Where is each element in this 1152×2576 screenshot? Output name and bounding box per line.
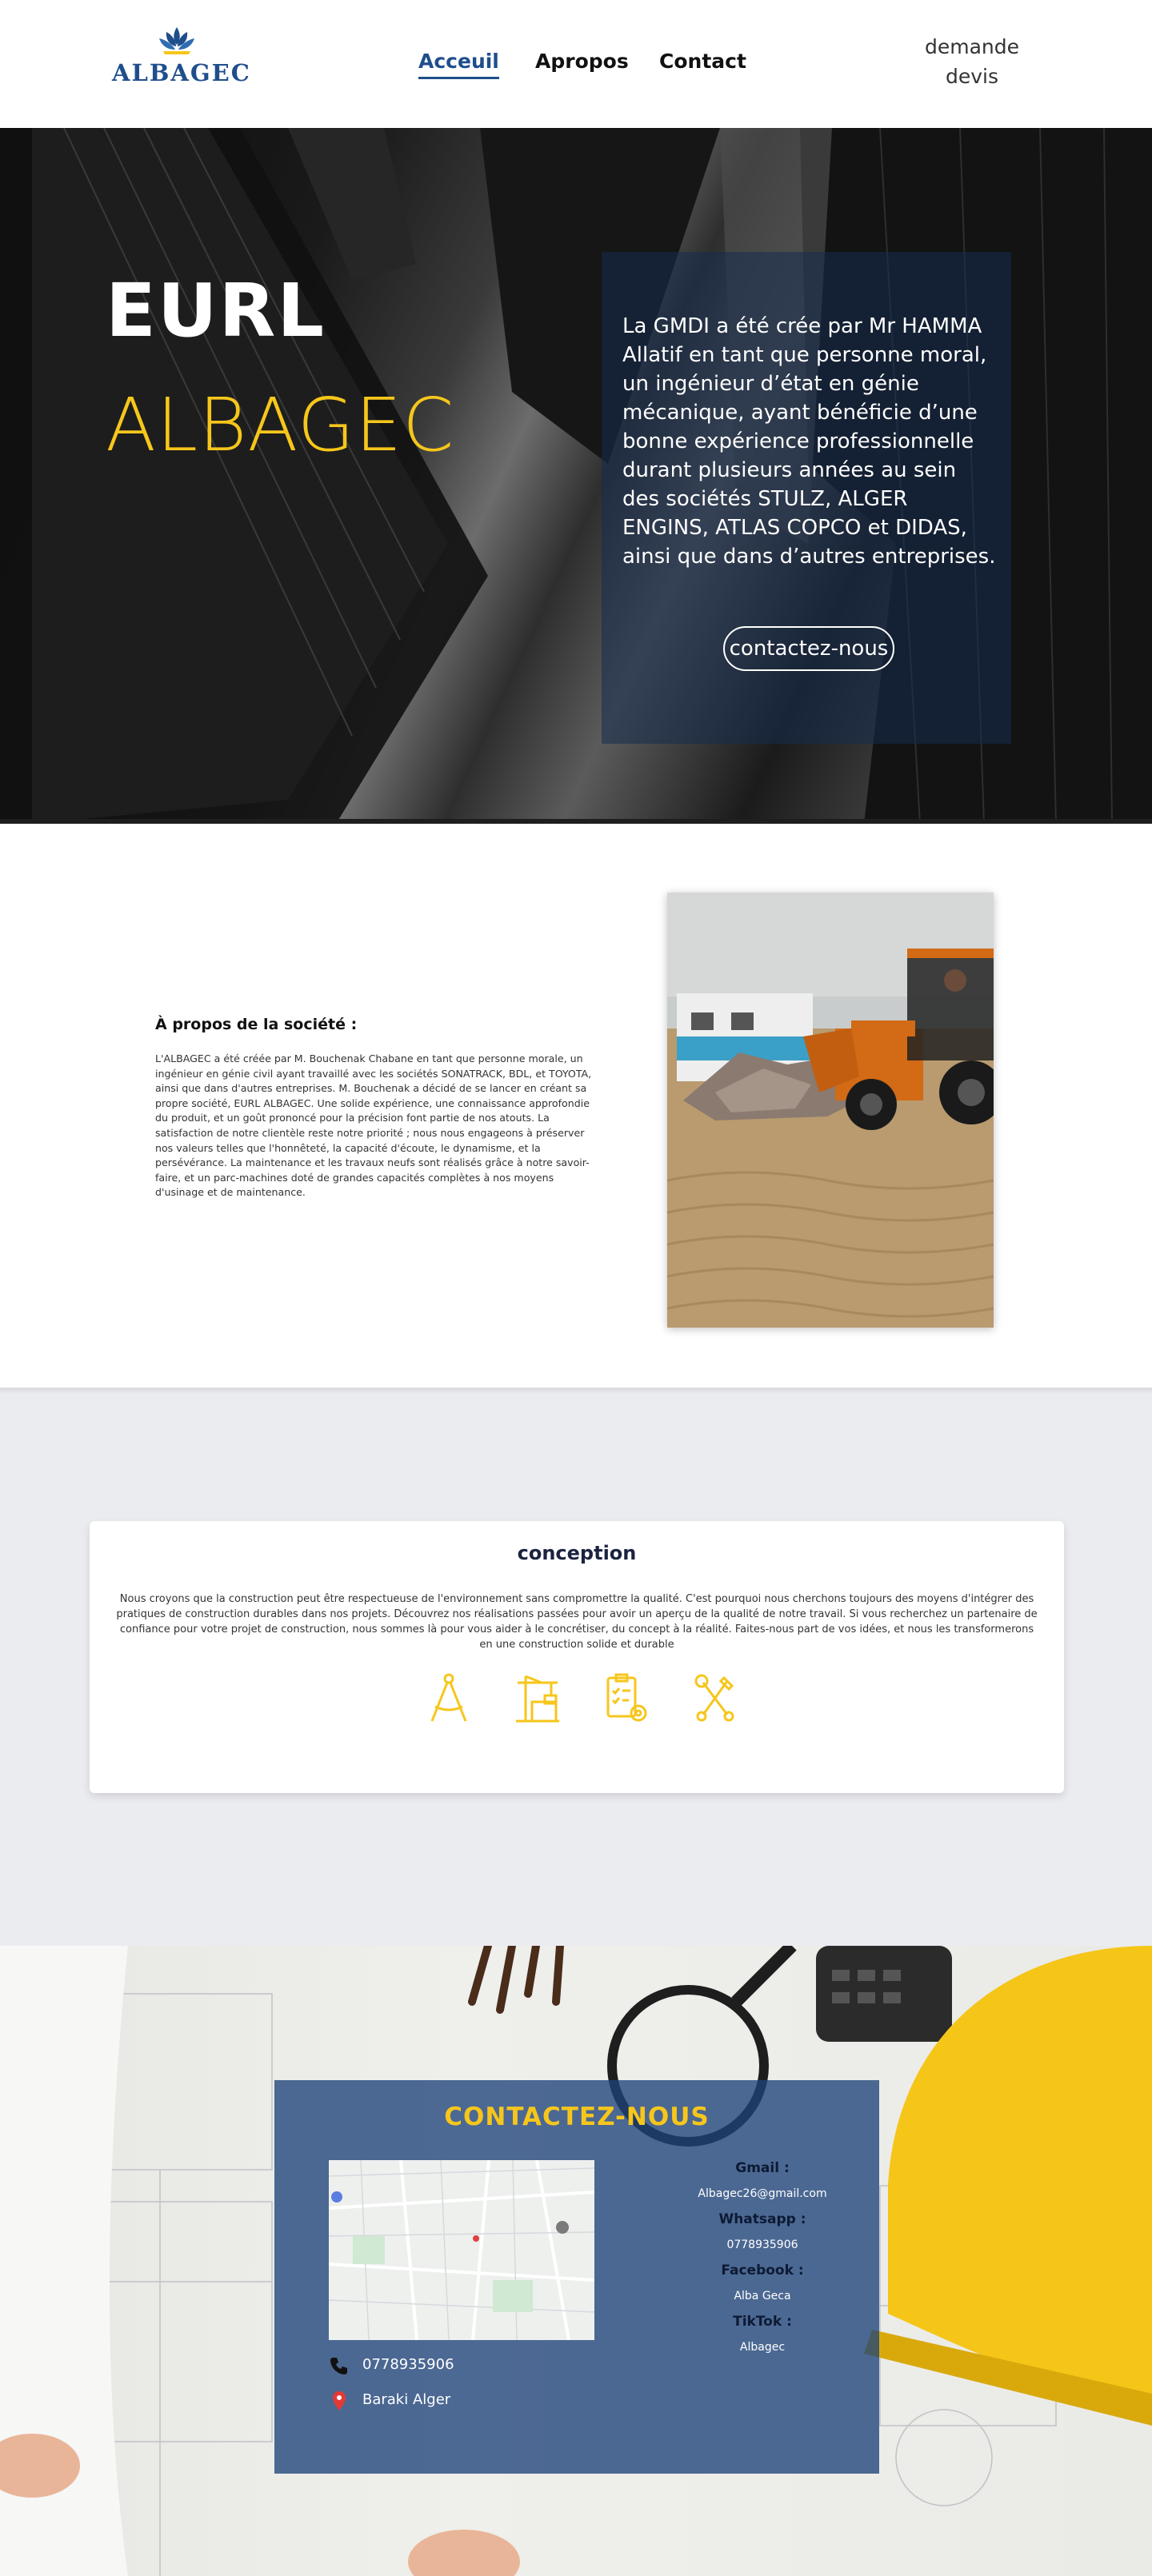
facebook-value[interactable]: Alba Geca [674, 2290, 850, 2302]
nav-contact[interactable]: Contact [659, 50, 746, 73]
gmail-value[interactable]: Albagec26@gmail.com [674, 2187, 850, 2200]
hero-text-panel: La GMDI a été crée par Mr HAMMA Allatif … [602, 252, 1011, 744]
conception-card: conception Nous croyons que la construct… [90, 1521, 1064, 1793]
location-pin-icon [333, 2391, 346, 2410]
bulldozer-photo [667, 893, 994, 1328]
checklist-gear-icon [606, 1673, 647, 1722]
about-section: À propos de la société : L'ALBAGEC a été… [0, 824, 1152, 1388]
contact-panel: CONTACTEZ-NOUS 0778935906 Baraki Alger G… [274, 2080, 879, 2474]
nav-apropos[interactable]: Apropos [535, 50, 629, 73]
conception-icons [90, 1671, 1064, 1727]
conception-title: conception [517, 1542, 637, 1564]
hero-description: La GMDI a été crée par Mr HAMMA Allatif … [622, 314, 996, 569]
about-text: L'ALBAGEC a été créée par M. Bouchenak C… [155, 1052, 592, 1199]
contactez-nous-button[interactable]: contactez-nous [723, 626, 894, 671]
conception-section: conception Nous croyons que la construct… [0, 1388, 1152, 1946]
contact-section: CONTACTEZ-NOUS 0778935906 Baraki Alger G… [0, 1946, 1152, 2576]
compass-icon [430, 1673, 467, 1722]
crane-icon [516, 1675, 559, 1723]
demande-devis-link[interactable]: demande devis [904, 32, 1040, 91]
about-title: À propos de la société : [155, 1016, 358, 1033]
conception-text: Nous croyons que la construction peut êt… [116, 1593, 1038, 1651]
whatsapp-label: Whatsapp : [718, 2211, 806, 2227]
gmail-label: Gmail : [735, 2160, 790, 2176]
tiktok-label: TikTok : [733, 2314, 792, 2330]
tools-icon [694, 1674, 734, 1722]
phone-icon [330, 2358, 347, 2374]
hero-section: EURL ALBAGEC La GMDI a été crée par Mr H… [0, 128, 1152, 824]
site-header: ALBAGEC Acceuil Apropos Contact demande … [0, 0, 1152, 128]
hero-title-albagec: ALBAGEC [106, 382, 455, 468]
contact-title: CONTACTEZ-NOUS [444, 2103, 710, 2131]
tiktok-value[interactable]: Albagec [674, 2341, 850, 2354]
whatsapp-value[interactable]: 0778935906 [674, 2239, 850, 2251]
contact-info-list: Gmail : Albagec26@gmail.com Whatsapp : 0… [674, 2160, 850, 2354]
nav-acceuil[interactable]: Acceuil [418, 50, 499, 79]
facebook-label: Facebook : [721, 2262, 804, 2278]
hero-title-eurl: EURL [106, 268, 326, 353]
contact-address: Baraki Alger [362, 2391, 451, 2408]
contact-phone[interactable]: 0778935906 [362, 2356, 454, 2373]
location-map[interactable] [329, 2160, 594, 2340]
